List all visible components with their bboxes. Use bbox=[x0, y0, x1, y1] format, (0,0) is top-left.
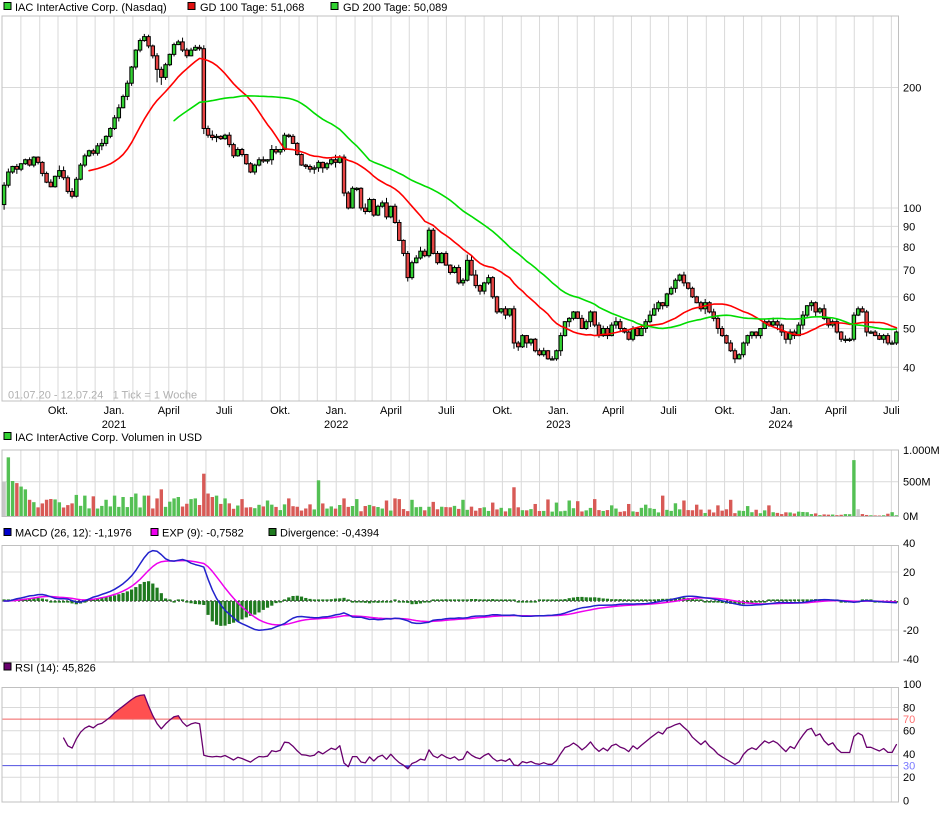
svg-text:Jan.: Jan. bbox=[104, 405, 125, 417]
svg-text:Juli: Juli bbox=[216, 405, 233, 417]
svg-text:EXP (9): -0,7582: EXP (9): -0,7582 bbox=[162, 528, 244, 540]
svg-text:80: 80 bbox=[903, 703, 915, 715]
svg-text:Divergence: -0,4394: Divergence: -0,4394 bbox=[280, 528, 379, 540]
svg-text:Juli: Juli bbox=[883, 405, 900, 417]
svg-text:50: 50 bbox=[903, 324, 915, 336]
svg-text:Okt.: Okt. bbox=[270, 405, 290, 417]
svg-text:60: 60 bbox=[903, 726, 915, 738]
svg-text:April: April bbox=[380, 405, 402, 417]
svg-text:IAC InterActive Corp. (Nasdaq): IAC InterActive Corp. (Nasdaq) bbox=[15, 2, 167, 14]
svg-text:60: 60 bbox=[903, 292, 915, 304]
svg-text:Jan.: Jan. bbox=[770, 405, 791, 417]
svg-text:2022: 2022 bbox=[324, 419, 348, 431]
svg-text:70: 70 bbox=[903, 265, 915, 277]
svg-text:40: 40 bbox=[903, 749, 915, 761]
svg-text:-20: -20 bbox=[903, 625, 919, 637]
svg-text:40: 40 bbox=[903, 538, 915, 550]
svg-text:-40: -40 bbox=[903, 654, 919, 666]
svg-text:April: April bbox=[158, 405, 180, 417]
svg-text:70: 70 bbox=[903, 714, 915, 726]
svg-text:GD 100 Tage: 51,068: GD 100 Tage: 51,068 bbox=[200, 2, 304, 14]
svg-text:Juli: Juli bbox=[438, 405, 455, 417]
svg-text:Okt.: Okt. bbox=[715, 405, 735, 417]
svg-text:Juli: Juli bbox=[660, 405, 677, 417]
svg-text:Okt.: Okt. bbox=[492, 405, 512, 417]
svg-text:IAC InterActive Corp. Volumen: IAC InterActive Corp. Volumen in USD bbox=[15, 432, 202, 444]
svg-text:April: April bbox=[825, 405, 847, 417]
svg-text:MACD (26, 12): -1,1976: MACD (26, 12): -1,1976 bbox=[15, 528, 132, 540]
svg-text:200: 200 bbox=[903, 83, 921, 95]
svg-text:1.000M: 1.000M bbox=[903, 445, 940, 457]
svg-text:40: 40 bbox=[903, 362, 915, 374]
svg-text:90: 90 bbox=[903, 221, 915, 233]
svg-text:2021: 2021 bbox=[102, 419, 126, 431]
svg-text:100: 100 bbox=[903, 203, 921, 215]
svg-text:0M: 0M bbox=[903, 511, 918, 523]
svg-text:0: 0 bbox=[903, 796, 909, 808]
svg-text:GD 200 Tage: 50,089: GD 200 Tage: 50,089 bbox=[343, 2, 447, 14]
svg-text:Okt.: Okt. bbox=[48, 405, 68, 417]
svg-text:01.07.20 - 12.07.24 1 Tick =: 01.07.20 - 12.07.24 1 Tick = 1 Woche bbox=[8, 390, 197, 402]
svg-text:April: April bbox=[602, 405, 624, 417]
svg-text:20: 20 bbox=[903, 567, 915, 579]
svg-text:2023: 2023 bbox=[546, 419, 570, 431]
svg-text:Jan.: Jan. bbox=[548, 405, 569, 417]
svg-text:30: 30 bbox=[903, 761, 915, 773]
svg-text:100: 100 bbox=[903, 679, 921, 691]
svg-text:0: 0 bbox=[903, 596, 909, 608]
svg-text:500M: 500M bbox=[903, 477, 931, 489]
svg-text:2024: 2024 bbox=[768, 419, 792, 431]
svg-text:20: 20 bbox=[903, 772, 915, 784]
svg-text:Jan.: Jan. bbox=[326, 405, 347, 417]
svg-text:80: 80 bbox=[903, 242, 915, 254]
svg-text:RSI (14): 45,826: RSI (14): 45,826 bbox=[15, 663, 96, 675]
